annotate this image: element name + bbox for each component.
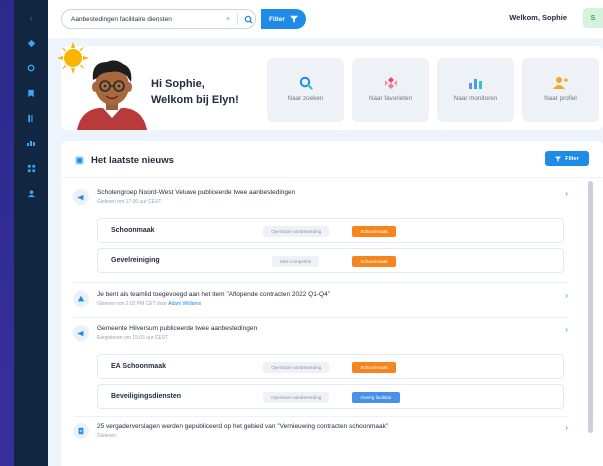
category-tag: Schoonmaak <box>352 362 396 373</box>
chart-icon[interactable] <box>23 135 39 151</box>
tender-name: Schoonmaak <box>111 227 155 234</box>
news-filter-label: Filter <box>565 155 579 162</box>
document-icon[interactable] <box>23 110 39 126</box>
news-item-title: Je bent als teamlid toegevoegd aan het i… <box>97 291 330 298</box>
tile-monitor-label: Naar monitoren <box>453 95 498 102</box>
search-filter-label: Filter <box>269 15 285 23</box>
news-separator <box>73 416 568 417</box>
news-item-title: Gemeente Hilversum publiceerde twee aanb… <box>97 325 258 332</box>
category-tag: Overig facilitair <box>352 392 400 403</box>
tile-favorites-label: Naar favorieten <box>368 95 413 102</box>
news-header: Het laatste nieuws <box>75 155 174 166</box>
category-tag: Schoonmaak <box>352 256 396 267</box>
clear-search-icon[interactable]: × <box>222 16 234 23</box>
tile-favorites[interactable]: Naar favorieten <box>352 58 429 122</box>
bar-chart-icon <box>468 79 482 89</box>
news-icon <box>75 156 84 165</box>
tile-profile-label: Naar profiel <box>544 95 577 102</box>
tender-row[interactable]: Beveiligingsdiensten Openbare aanbestedi… <box>97 384 564 409</box>
procedure-tag: Openbare aanbesteding <box>263 362 330 373</box>
procedure-tag: Mini competitie <box>272 256 320 267</box>
search-input[interactable]: Aanbestedingen facilitaire diensten × <box>61 9 256 29</box>
news-item-time: Eergisteren om 15:03 uur CEST <box>97 335 169 341</box>
sidebar: ‹ <box>14 0 48 466</box>
megaphone-icon <box>73 325 89 341</box>
welcome-user-text: Welkom, Sophie <box>509 13 567 22</box>
news-item-time-text: Gisteren om 2:02 PM CET door <box>97 301 167 307</box>
chevron-right-icon[interactable]: › <box>565 189 568 198</box>
collapse-icon[interactable]: ‹ <box>23 10 39 26</box>
chevron-right-icon[interactable]: › <box>565 325 568 334</box>
chevron-right-icon[interactable]: › <box>565 291 568 300</box>
news-separator <box>73 317 568 318</box>
tender-row[interactable]: EA Schoonmaak Openbare aanbesteding Scho… <box>97 354 564 379</box>
chevron-right-icon[interactable]: › <box>565 423 568 432</box>
greeting: Hi Sophie, Welkom bij Elyn! <box>151 76 239 108</box>
user-icon[interactable] <box>23 185 39 201</box>
search-separator <box>237 13 238 25</box>
search-filter-button[interactable]: Filter <box>261 9 306 29</box>
tender-name: Beveiligingsdiensten <box>111 393 182 400</box>
tender-row[interactable]: Gevelreiniging Mini competitie Schoonmaa… <box>97 248 564 273</box>
welcome-card: Hi Sophie, Welkom bij Elyn! Naar zoeken … <box>57 42 603 130</box>
tender-name: EA Schoonmaak <box>111 363 166 370</box>
news-item-title: 25 vergaderverslagen werden gepubliceerd… <box>97 423 389 430</box>
avatar[interactable]: S <box>583 8 603 28</box>
user-link[interactable]: Adam Williams <box>168 301 201 307</box>
grid-icon[interactable] <box>23 160 39 176</box>
document-icon <box>73 423 89 439</box>
greeting-line-2: Welkom bij Elyn! <box>151 94 239 106</box>
tile-monitor[interactable]: Naar monitoren <box>437 58 514 122</box>
team-icon <box>73 291 89 307</box>
news-item-time: Gisteren <box>97 433 116 439</box>
news-item-time: Gisteren om 2:02 PM CET door Adam Willia… <box>97 301 201 307</box>
profile-icon <box>552 77 568 89</box>
filter-icon <box>555 156 562 162</box>
app-main: Aanbestedingen facilitaire diensten × Fi… <box>48 0 603 466</box>
search-icon <box>299 76 313 90</box>
news-filter-button[interactable]: Filter <box>545 151 589 166</box>
tender-row[interactable]: Schoonmaak Openbare aanbesteding Schoonm… <box>97 218 564 243</box>
favorites-icon <box>384 77 397 89</box>
news-scrollbar[interactable] <box>588 181 593 433</box>
news-separator <box>73 282 568 283</box>
greeting-line-1: Hi Sophie, <box>151 78 205 90</box>
tile-search[interactable]: Naar zoeken <box>267 58 344 122</box>
news-divider <box>61 177 603 178</box>
procedure-tag: Openbare aanbesteding <box>263 226 330 237</box>
avatar-illustration <box>77 60 147 130</box>
category-tag: Schoonmaak <box>352 226 396 237</box>
filter-icon <box>289 15 298 23</box>
news-title: Het laatste nieuws <box>91 155 174 166</box>
tile-search-label: Naar zoeken <box>287 95 324 102</box>
news-item-title: Scholengroep Noord-West Veluwe publiceer… <box>97 189 296 196</box>
news-item-time: Gisteren om 17:00 uur CEST <box>97 199 162 205</box>
tile-profile[interactable]: Naar profiel <box>522 58 599 122</box>
procedure-tag: Openbare aanbesteding <box>263 392 330 403</box>
news-card: Het laatste nieuws Filter Scholengroep N… <box>61 141 603 466</box>
bookmark-icon[interactable] <box>23 85 39 101</box>
top-bar: Aanbestedingen facilitaire diensten × Fi… <box>48 0 603 38</box>
tender-name: Gevelreiniging <box>111 257 160 264</box>
search-icon[interactable] <box>241 15 255 24</box>
search-input-value[interactable]: Aanbestedingen facilitaire diensten <box>71 16 222 23</box>
home-icon[interactable] <box>23 35 39 51</box>
search-icon[interactable] <box>23 60 39 76</box>
megaphone-icon <box>73 189 89 205</box>
